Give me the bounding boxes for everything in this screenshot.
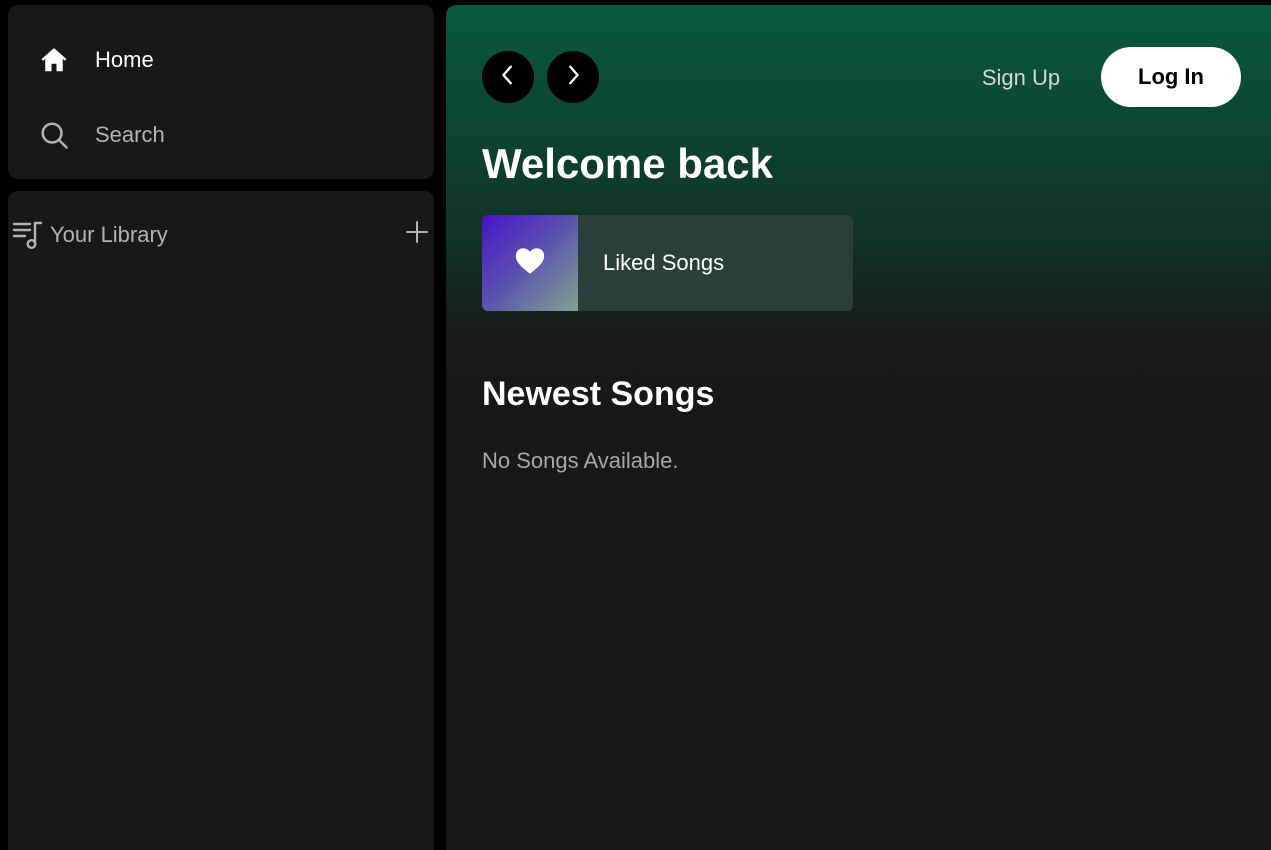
library-button[interactable]: Your Library [8, 217, 168, 253]
sidebar-item-home[interactable]: Home [38, 40, 398, 80]
library-label: Your Library [50, 222, 168, 247]
chevron-left-icon [497, 64, 519, 91]
liked-songs-card[interactable]: Liked Songs [482, 215, 853, 311]
liked-songs-label: Liked Songs [603, 250, 725, 275]
chevron-right-icon [562, 64, 584, 91]
library-panel: Your Library [8, 191, 434, 850]
liked-songs-artwork [482, 215, 578, 311]
home-icon [38, 44, 70, 76]
back-button[interactable] [482, 51, 534, 103]
library-icon [10, 217, 46, 253]
app-window: Home Search Your Library Sign Up Log In … [0, 0, 1271, 850]
page-title: Welcome back [482, 140, 774, 187]
forward-button[interactable] [547, 51, 599, 103]
signup-button[interactable]: Sign Up [966, 62, 1076, 94]
sidebar-item-search[interactable]: Search [38, 115, 398, 155]
sidebar-item-search-label: Search [95, 122, 165, 147]
create-playlist-button[interactable] [402, 219, 432, 249]
sidebar-nav-panel: Home Search [8, 5, 434, 179]
heart-icon [513, 244, 547, 283]
newest-songs-title: Newest Songs [482, 375, 715, 413]
login-button[interactable]: Log In [1101, 47, 1241, 107]
search-icon [38, 119, 70, 151]
newest-songs-empty-message: No Songs Available. [482, 448, 679, 473]
library-header: Your Library [8, 215, 434, 255]
plus-icon [405, 220, 429, 249]
sidebar-item-home-label: Home [95, 47, 154, 72]
main-content: Sign Up Log In Welcome back Liked Songs … [446, 5, 1271, 850]
